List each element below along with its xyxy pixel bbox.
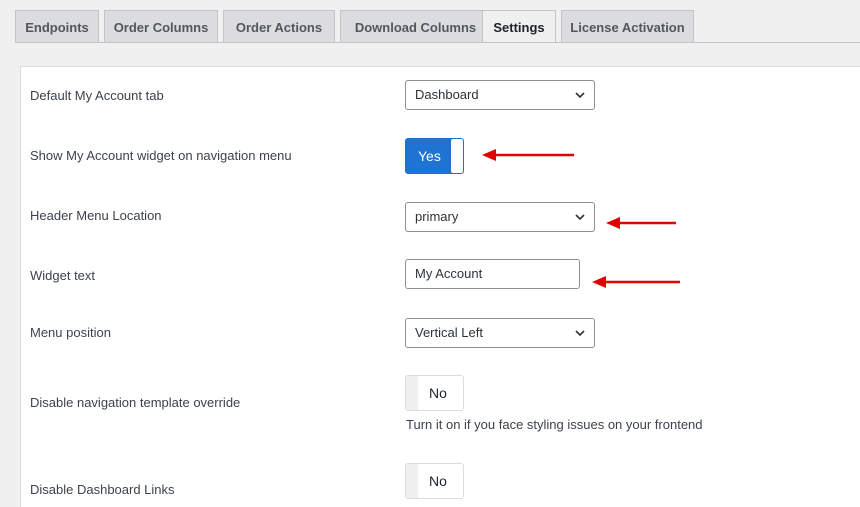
tab-endpoints[interactable]: Endpoints xyxy=(15,10,99,42)
tabs-divider xyxy=(15,42,860,43)
show-widget-label: Show My Account widget on navigation men… xyxy=(30,148,292,163)
disable-nav-override-toggle[interactable]: No xyxy=(405,375,464,411)
menu-position-label: Menu position xyxy=(30,325,111,340)
toggle-state-text: No xyxy=(429,385,447,401)
default-tab-value: Dashboard xyxy=(415,87,479,102)
chevron-down-icon xyxy=(575,92,585,99)
tab-settings[interactable]: Settings xyxy=(482,10,556,43)
default-tab-select[interactable]: Dashboard xyxy=(405,80,595,110)
header-menu-location-value: primary xyxy=(415,209,459,224)
menu-position-value: Vertical Left xyxy=(415,325,483,340)
tab-order-actions[interactable]: Order Actions xyxy=(223,10,335,42)
menu-position-select[interactable]: Vertical Left xyxy=(405,318,595,348)
toggle-state-text: Yes xyxy=(418,148,441,164)
toggle-state-text: No xyxy=(429,473,447,489)
disable-nav-override-label: Disable navigation template override xyxy=(30,395,241,410)
default-tab-label: Default My Account tab xyxy=(30,88,164,103)
chevron-down-icon xyxy=(575,214,585,221)
header-menu-location-select[interactable]: primary xyxy=(405,202,595,232)
tab-license-activation[interactable]: License Activation xyxy=(561,10,694,42)
arrow-left-icon xyxy=(606,217,676,229)
toggle-knob xyxy=(406,376,418,410)
widget-text-label: Widget text xyxy=(30,268,96,283)
show-widget-toggle[interactable]: Yes xyxy=(405,138,464,174)
tab-order-columns[interactable]: Order Columns xyxy=(104,10,218,42)
widget-text-input[interactable]: My Account xyxy=(405,259,580,289)
toggle-knob xyxy=(406,464,418,498)
disable-nav-override-description: Turn it on if you face styling issues on… xyxy=(406,417,703,432)
header-menu-location-label: Header Menu Location xyxy=(30,208,162,223)
arrow-left-icon xyxy=(482,149,574,161)
disable-dashboard-links-toggle[interactable]: No xyxy=(405,463,464,499)
arrow-left-icon xyxy=(592,276,680,288)
tab-download-columns[interactable]: Download Columns xyxy=(340,10,491,42)
toggle-knob xyxy=(451,139,463,173)
chevron-down-icon xyxy=(575,330,585,337)
